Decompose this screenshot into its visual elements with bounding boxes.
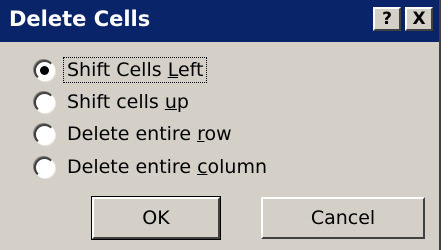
label-text: olumn	[207, 156, 268, 178]
dialog-title: Delete Cells	[9, 7, 151, 31]
label-text: Delete entire	[67, 123, 198, 145]
label-text: p	[176, 91, 189, 113]
radio-dot	[40, 65, 49, 75]
title-bar[interactable]: Delete Cells ? X	[0, 0, 439, 42]
option-delete-entire-column[interactable]: Delete entire column	[34, 153, 270, 181]
access-key: u	[164, 91, 177, 113]
ok-button[interactable]: OK	[91, 196, 221, 240]
label-text: Shift Cells	[67, 59, 168, 81]
cancel-button[interactable]: Cancel	[261, 197, 425, 239]
access-key: L	[167, 59, 178, 81]
delete-cells-dialog: Delete Cells ? X Shift Cells Left Shift …	[0, 0, 441, 250]
close-button[interactable]: X	[405, 7, 433, 31]
option-shift-cells-left[interactable]: Shift Cells Left	[34, 56, 208, 84]
radio-button[interactable]	[34, 123, 55, 145]
label-text: eft	[177, 59, 204, 81]
question-mark-icon: ?	[382, 8, 392, 29]
radio-button[interactable]	[34, 156, 55, 178]
radio-button[interactable]	[34, 91, 55, 113]
option-label: Shift cells up	[64, 90, 192, 114]
close-icon: X	[412, 8, 426, 29]
option-label: Shift Cells Left	[62, 57, 208, 83]
option-shift-cells-up[interactable]: Shift cells up	[34, 88, 192, 116]
access-key: c	[197, 156, 208, 178]
radio-button[interactable]	[34, 59, 55, 81]
label-text: Delete entire	[67, 156, 198, 178]
label-text: Shift cells	[67, 91, 165, 113]
help-button[interactable]: ?	[373, 7, 401, 31]
option-label: Delete entire row	[64, 122, 235, 146]
option-label: Delete entire column	[64, 155, 270, 179]
option-delete-entire-row[interactable]: Delete entire row	[34, 120, 235, 148]
label-text: ow	[204, 123, 232, 145]
